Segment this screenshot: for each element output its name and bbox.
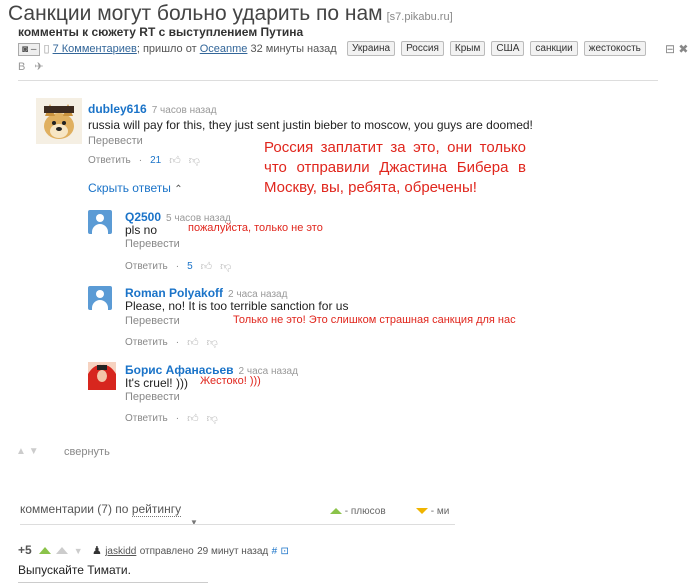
- sort-label: комментарии (7) по: [20, 502, 129, 516]
- comment-meta: +5 ▼ ♟ jaskidd отправлено 29 минут назад…: [18, 543, 289, 557]
- thumbs-down-icon[interactable]: 👎︎: [189, 154, 200, 167]
- close-icon[interactable]: ✖: [678, 42, 688, 56]
- thumbs-down-icon[interactable]: 👎︎: [207, 336, 218, 349]
- save-icon[interactable]: ⊡: [281, 546, 289, 557]
- plus-filter[interactable]: - плюсов: [330, 506, 386, 517]
- author-link[interactable]: Oceanme: [200, 43, 248, 55]
- triangle-up-icon: [330, 508, 342, 514]
- arrow-up-icon[interactable]: ▲: [16, 446, 26, 457]
- sort-bar: комментарии (7) по рейтингу: [20, 502, 182, 517]
- minus-filter[interactable]: - ми: [416, 506, 449, 517]
- avatar: [88, 210, 112, 234]
- translation-annotation: Россия заплатит за это, они только что о…: [264, 139, 526, 196]
- user-silhouette-icon: [96, 214, 104, 222]
- collapse-vote-icons: ▲ ▼: [16, 446, 39, 457]
- tag[interactable]: Крым: [449, 41, 486, 56]
- vote-up-icon[interactable]: [39, 547, 52, 555]
- divider: [18, 582, 208, 583]
- collapse-button[interactable]: свернуть: [64, 446, 110, 458]
- sort-select[interactable]: рейтингу: [131, 502, 182, 517]
- source-link[interactable]: [s7.pikabu.ru]: [387, 11, 453, 23]
- post-meta: ◙ – ▯ 7 Комментариев; пришло от Oceanme …: [18, 42, 337, 56]
- user-silhouette-icon: [96, 290, 104, 298]
- translation-annotation: пожалуйста, только не это: [188, 222, 323, 234]
- tag[interactable]: санкции: [530, 41, 578, 56]
- reply-actions: Ответить · 👍︎ 👎︎: [125, 336, 218, 349]
- thumbs-up-icon[interactable]: 👍︎: [201, 260, 213, 273]
- thumbs-up-icon[interactable]: 👍︎: [169, 154, 181, 167]
- comments-count-icon: ▯: [43, 43, 50, 55]
- arrow-down-icon[interactable]: ▼: [29, 446, 39, 457]
- reply-button[interactable]: Ответить: [125, 337, 168, 348]
- thumbs-up-icon[interactable]: 👍︎: [187, 412, 199, 425]
- thumbs-down-icon[interactable]: 👎︎: [207, 412, 218, 425]
- permalink[interactable]: #: [272, 546, 278, 557]
- thumbs-down-icon[interactable]: 👎︎: [220, 260, 231, 273]
- comment-text: russia will pay for this, they just sent…: [88, 118, 533, 132]
- avatar: [36, 98, 82, 144]
- comments-link[interactable]: 7 Комментариев: [53, 43, 137, 55]
- tag[interactable]: Украина: [347, 41, 396, 56]
- reply-author[interactable]: Roman Polyakoff: [125, 286, 223, 300]
- reply-button[interactable]: Ответить: [88, 155, 131, 166]
- reply-text: Please, no! It is too terrible sanction …: [125, 299, 349, 313]
- doge-avatar-image: [36, 98, 82, 144]
- translate-link[interactable]: Перевести: [88, 135, 143, 147]
- reply-button[interactable]: Ответить: [125, 261, 168, 272]
- header-icons: ⊟ ✖: [665, 42, 688, 56]
- dot-separator: ·: [175, 261, 180, 272]
- tag-list: Украина Россия Крым США санкции жестокос…: [347, 41, 646, 56]
- translation-annotation: Жестоко! ))): [200, 375, 261, 387]
- tag[interactable]: Россия: [401, 41, 444, 56]
- share-icons[interactable]: B ✈: [18, 60, 47, 73]
- posted-from-text: ; пришло от: [136, 43, 197, 55]
- rating-box[interactable]: ◙ –: [18, 43, 41, 56]
- reply-text: It's cruel! ))): [125, 376, 188, 390]
- translate-link[interactable]: Перевести: [125, 315, 180, 327]
- dot-separator: ·: [138, 155, 143, 166]
- reply-actions: Ответить · 👍︎ 👎︎: [125, 412, 218, 425]
- page-title: Санкции могут больно ударить по нам [s7.p…: [8, 2, 453, 26]
- like-count: 5: [187, 261, 193, 272]
- vote-down-icon[interactable]: ▼: [74, 546, 83, 556]
- avatar: [88, 362, 116, 390]
- chevron-up-icon: ⌃: [174, 184, 183, 195]
- dot-separator: ·: [175, 337, 180, 348]
- comment-text: Выпускайте Тимати.: [18, 563, 131, 577]
- reply-text: pls no: [125, 223, 158, 237]
- translate-link[interactable]: Перевести: [125, 238, 180, 250]
- comment-author[interactable]: dubley616: [88, 102, 147, 116]
- reply-button[interactable]: Ответить: [125, 413, 168, 424]
- comment-header: dubley616 7 часов назад: [88, 100, 217, 118]
- comment-time: 29 минут назад: [197, 546, 269, 557]
- tag[interactable]: жестокость: [583, 41, 646, 56]
- comment-author[interactable]: jaskidd: [105, 546, 136, 557]
- divider: [20, 524, 455, 525]
- user-icon: ♟: [91, 545, 102, 557]
- avatar: [88, 286, 112, 310]
- translation-annotation: Только не это! Это слишком страшная санк…: [233, 314, 516, 326]
- dot-separator: ·: [175, 413, 180, 424]
- thumbs-up-icon[interactable]: 👍︎: [187, 336, 199, 349]
- translate-link[interactable]: Перевести: [125, 391, 180, 403]
- chevron-down-icon[interactable]: ▼: [190, 518, 198, 527]
- reply-actions: Ответить · 5 👍︎ 👎︎: [125, 260, 231, 273]
- posted-time: 32 минуты назад: [250, 43, 337, 55]
- user-photo-image: [88, 362, 116, 390]
- comment-actions: Ответить · 21 👍︎ 👎︎: [88, 154, 200, 167]
- title-text: Санкции могут больно ударить по нам: [8, 2, 383, 25]
- comment-score: +5: [18, 543, 32, 557]
- divider: [18, 80, 658, 81]
- hide-replies-label: Скрыть ответы: [88, 181, 171, 195]
- triangle-down-icon: [416, 508, 428, 514]
- like-count: 21: [150, 155, 162, 166]
- hide-replies-button[interactable]: Скрыть ответы ⌃: [88, 181, 183, 195]
- tag[interactable]: США: [491, 41, 525, 56]
- save-icon[interactable]: ⊟: [665, 42, 675, 56]
- vote-up-gray-icon[interactable]: [56, 547, 69, 555]
- subtitle: комменты к сюжету RT с выступлением Пути…: [18, 25, 304, 39]
- reply-author[interactable]: Q2500: [125, 210, 161, 224]
- posted-label: отправлено: [139, 546, 194, 557]
- comment-time: 7 часов назад: [151, 105, 217, 116]
